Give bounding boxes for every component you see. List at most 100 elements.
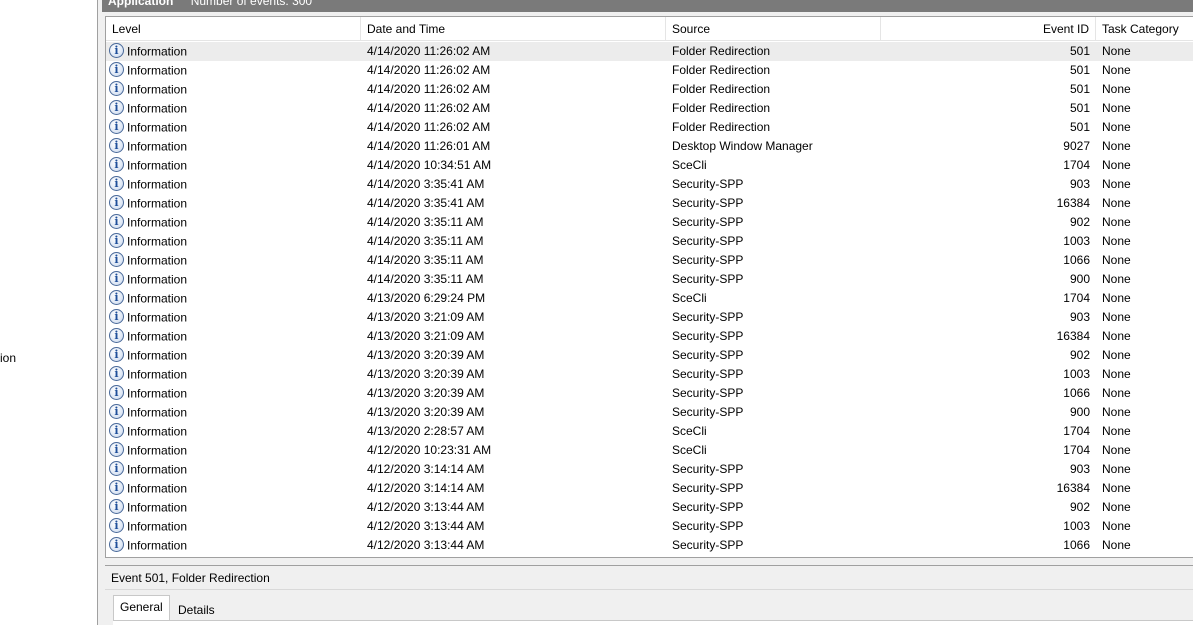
- level-label: Information: [127, 253, 188, 268]
- cell-event-id: 1003: [1063, 367, 1090, 381]
- cell-level: i Information: [109, 536, 359, 555]
- cell-source: Folder Redirection: [672, 101, 771, 115]
- cell-date-time: 4/14/2020 10:34:51 AM: [367, 158, 492, 172]
- cell-date-time: 4/12/2020 3:14:14 AM: [367, 481, 485, 495]
- cell-level: i Information: [109, 479, 359, 498]
- cell-task-category: None: [1102, 500, 1131, 514]
- level-label: Information: [127, 177, 188, 192]
- table-row[interactable]: i Information 4/14/2020 11:26:02 AM Folder …: [106, 61, 1193, 80]
- table-row[interactable]: i Information 4/13/2020 6:29:24 PM SceCli 17…: [106, 289, 1193, 308]
- cell-date-time: 4/14/2020 3:35:11 AM: [367, 253, 484, 267]
- table-row[interactable]: i Information 4/13/2020 3:20:39 AM Security…: [106, 384, 1193, 403]
- information-icon: i: [109, 195, 124, 211]
- cell-source: Security-SPP: [672, 481, 744, 495]
- cell-level: i Information: [109, 232, 359, 251]
- level-label: Information: [127, 424, 188, 439]
- information-icon: i: [109, 271, 124, 287]
- cell-level: i Information: [109, 270, 359, 289]
- cell-event-id: 1003: [1063, 234, 1090, 248]
- information-icon: i: [109, 62, 124, 78]
- table-row[interactable]: i Information 4/13/2020 3:20:39 AM Security…: [106, 365, 1193, 384]
- table-row[interactable]: i Information 4/12/2020 3:13:44 AM Security…: [106, 498, 1193, 517]
- level-label: Information: [127, 291, 188, 306]
- table-row[interactable]: i Information 4/14/2020 3:35:11 AM Security…: [106, 270, 1193, 289]
- cell-date-time: 4/12/2020 3:14:14 AM: [367, 462, 485, 476]
- cell-date-time: 4/14/2020 3:35:11 AM: [367, 272, 484, 286]
- table-row[interactable]: i Information 4/14/2020 3:35:11 AM Security…: [106, 232, 1193, 251]
- log-title-bar: Application Number of events: 300: [102, 0, 1193, 12]
- table-row[interactable]: i Information 4/14/2020 3:35:41 AM Security…: [106, 175, 1193, 194]
- table-row[interactable]: i Information 4/12/2020 3:14:14 AM Security…: [106, 460, 1193, 479]
- cell-date-time: 4/12/2020 3:13:44 AM: [367, 500, 485, 514]
- information-icon: i: [109, 290, 124, 306]
- level-label: Information: [127, 139, 188, 154]
- cell-task-category: None: [1102, 101, 1131, 115]
- cell-date-time: 4/13/2020 3:20:39 AM: [367, 405, 485, 419]
- cell-source: SceCli: [672, 158, 707, 172]
- tab-general[interactable]: General: [113, 595, 170, 621]
- cell-level: i Information: [109, 42, 359, 61]
- table-row[interactable]: i Information 4/14/2020 10:34:51 AM SceCli 1…: [106, 156, 1193, 175]
- cell-date-time: 4/13/2020 3:21:09 AM: [367, 310, 485, 324]
- table-row[interactable]: i Information 4/13/2020 3:20:39 AM Security…: [106, 403, 1193, 422]
- level-label: Information: [127, 462, 188, 477]
- column-header-event-id[interactable]: Event ID: [881, 17, 1096, 41]
- cell-date-time: 4/14/2020 11:26:02 AM: [367, 120, 491, 134]
- table-row[interactable]: i Information 4/13/2020 3:21:09 AM Security…: [106, 308, 1193, 327]
- cell-level: i Information: [109, 175, 359, 194]
- table-row[interactable]: i Information 4/13/2020 2:28:57 AM SceCli 17…: [106, 422, 1193, 441]
- information-icon: i: [109, 461, 124, 477]
- cell-event-id: 1704: [1063, 424, 1090, 438]
- level-label: Information: [127, 310, 188, 325]
- event-detail-pane: Event 501, Folder Redirection General De…: [105, 565, 1193, 625]
- cell-date-time: 4/14/2020 11:26:02 AM: [367, 63, 491, 77]
- table-body: i Information 4/14/2020 11:26:02 AM Folder …: [106, 42, 1193, 555]
- tab-details[interactable]: Details: [171, 598, 222, 622]
- table-row[interactable]: i Information 4/12/2020 3:13:44 AM Security…: [106, 536, 1193, 555]
- table-row[interactable]: i Information 4/13/2020 3:20:39 AM Security…: [106, 346, 1193, 365]
- cell-level: i Information: [109, 308, 359, 327]
- cell-date-time: 4/13/2020 6:29:24 PM: [367, 291, 486, 305]
- cell-source: Security-SPP: [672, 500, 744, 514]
- table-row[interactable]: i Information 4/14/2020 3:35:41 AM Security…: [106, 194, 1193, 213]
- table-row[interactable]: i Information 4/14/2020 3:35:11 AM Security…: [106, 213, 1193, 232]
- cell-task-category: None: [1102, 538, 1131, 552]
- information-icon: i: [109, 366, 124, 382]
- tree-item-partial[interactable]: ion: [0, 351, 16, 365]
- table-row[interactable]: i Information 4/12/2020 3:13:44 AM Security…: [106, 517, 1193, 536]
- information-icon: i: [109, 347, 124, 363]
- cell-event-id: 501: [1069, 82, 1090, 96]
- table-row[interactable]: i Information 4/14/2020 11:26:02 AM Folder …: [106, 80, 1193, 99]
- table-row[interactable]: i Information 4/14/2020 11:26:02 AM Folder …: [106, 118, 1193, 137]
- table-row[interactable]: i Information 4/13/2020 3:21:09 AM Security…: [106, 327, 1193, 346]
- cell-event-id: 900: [1069, 272, 1090, 286]
- column-header-source[interactable]: Source: [666, 17, 881, 41]
- cell-source: Security-SPP: [672, 367, 744, 381]
- divider: [105, 589, 1193, 590]
- log-name: Application: [108, 0, 174, 8]
- cell-source: Security-SPP: [672, 234, 744, 248]
- cell-level: i Information: [109, 137, 359, 156]
- table-row[interactable]: i Information 4/14/2020 11:26:02 AM Folder …: [106, 99, 1193, 118]
- table-row[interactable]: i Information 4/12/2020 10:23:31 AM SceCli 1…: [106, 441, 1193, 460]
- cell-event-id: 903: [1069, 462, 1090, 476]
- table-row[interactable]: i Information 4/14/2020 3:35:11 AM Security…: [106, 251, 1193, 270]
- level-label: Information: [127, 272, 188, 287]
- column-header-task-category[interactable]: Task Category: [1096, 17, 1193, 41]
- table-row[interactable]: i Information 4/14/2020 11:26:02 AM Folder …: [106, 42, 1193, 61]
- column-header-date-time[interactable]: Date and Time: [361, 17, 666, 41]
- cell-task-category: None: [1102, 443, 1131, 457]
- column-header-level[interactable]: Level: [106, 17, 361, 41]
- cell-task-category: None: [1102, 196, 1131, 210]
- events-pane: Application Number of events: 300 Level …: [97, 0, 1193, 625]
- information-icon: i: [109, 119, 124, 135]
- table-row[interactable]: i Information 4/12/2020 3:14:14 AM Security…: [106, 479, 1193, 498]
- level-label: Information: [127, 500, 188, 515]
- table-row[interactable]: i Information 4/14/2020 11:26:01 AM Desktop…: [106, 137, 1193, 156]
- cell-date-time: 4/14/2020 3:35:11 AM: [367, 215, 484, 229]
- cell-level: i Information: [109, 441, 359, 460]
- cell-source: Security-SPP: [672, 348, 744, 362]
- events-table[interactable]: Level Date and Time Source Event ID Task…: [105, 16, 1193, 558]
- cell-date-time: 4/13/2020 3:20:39 AM: [367, 348, 485, 362]
- cell-task-category: None: [1102, 481, 1131, 495]
